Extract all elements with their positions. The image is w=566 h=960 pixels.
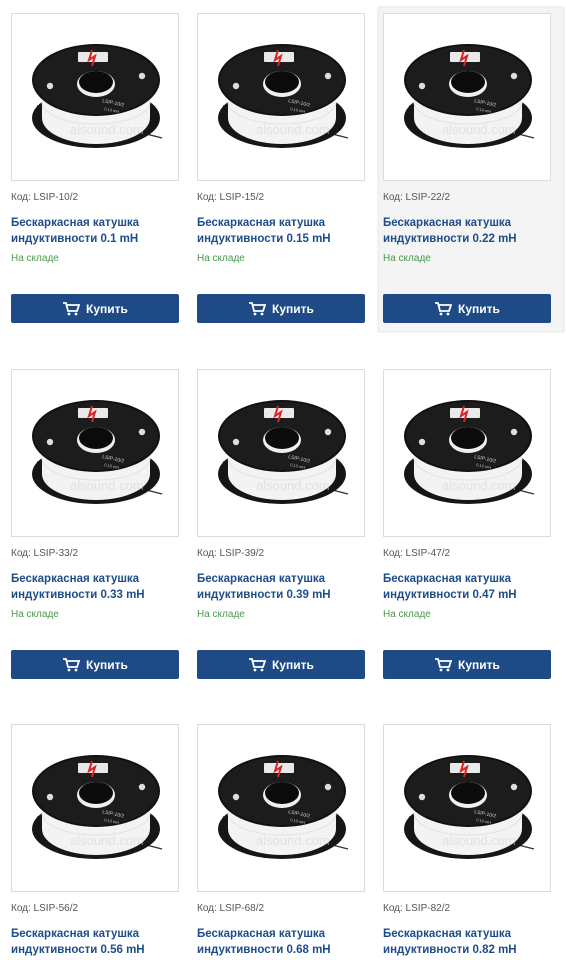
product-image[interactable]: LSIP-10/2 0.10 mH alsound.com — [11, 13, 179, 181]
product-card[interactable]: LSIP-10/2 0.10 mH alsound.com Код: LSIP-… — [383, 724, 551, 958]
cart-icon — [435, 301, 453, 315]
product-card[interactable]: LSIP-10/2 0.10 mH alsound.com Код: LSIP-… — [11, 369, 179, 679]
product-image[interactable]: LSIP-10/2 0.10 mH alsound.com — [11, 724, 179, 892]
product-title[interactable]: Бескаркасная катушка индуктивности 0.68 … — [197, 927, 365, 958]
product-card[interactable]: LSIP-10/2 0.10 mH alsound.com Код: LSIP-… — [197, 13, 365, 323]
buy-button-label: Купить — [272, 301, 314, 316]
stock-status: На складе — [11, 253, 59, 264]
buy-button[interactable]: Купить — [197, 294, 365, 323]
stock-status: На складе — [383, 253, 431, 264]
svg-text:alsound.com: alsound.com — [442, 833, 516, 848]
product-card[interactable]: LSIP-10/2 0.10 mH alsound.com Код: LSIP-… — [11, 13, 179, 323]
product-card[interactable]: LSIP-10/2 0.10 mH alsound.com Код: LSIP-… — [383, 369, 551, 679]
product-code: Код: LSIP-39/2 — [197, 548, 265, 559]
buy-button[interactable]: Купить — [11, 650, 179, 679]
product-title[interactable]: Бескаркасная катушка индуктивности 0.1 m… — [11, 216, 179, 247]
cart-icon — [249, 657, 267, 671]
stock-status: На складе — [383, 609, 431, 620]
svg-text:alsound.com: alsound.com — [256, 833, 330, 848]
stock-status: На складе — [11, 609, 59, 620]
buy-button-label: Купить — [458, 301, 500, 316]
stock-status: На складе — [197, 609, 245, 620]
product-image[interactable]: LSIP-10/2 0.10 mH alsound.com — [11, 369, 179, 537]
svg-text:alsound.com: alsound.com — [442, 122, 516, 137]
product-title[interactable]: Бескаркасная катушка индуктивности 0.47 … — [383, 572, 551, 603]
product-title[interactable]: Бескаркасная катушка индуктивности 0.56 … — [11, 927, 179, 958]
product-code: Код: LSIP-22/2 — [383, 192, 451, 203]
product-image[interactable]: LSIP-10/2 0.10 mH alsound.com — [383, 369, 551, 537]
svg-text:alsound.com: alsound.com — [256, 122, 330, 137]
product-code: Код: LSIP-10/2 — [11, 192, 79, 203]
product-title[interactable]: Бескаркасная катушка индуктивности 0.82 … — [383, 927, 551, 958]
product-code: Код: LSIP-68/2 — [197, 903, 265, 914]
cart-icon — [63, 657, 81, 671]
cart-icon — [249, 301, 267, 315]
svg-text:alsound.com: alsound.com — [442, 478, 516, 493]
product-title[interactable]: Бескаркасная катушка индуктивности 0.15 … — [197, 216, 365, 247]
svg-text:alsound.com: alsound.com — [70, 833, 144, 848]
product-image[interactable]: LSIP-10/2 0.10 mH alsound.com — [197, 369, 365, 537]
product-code: Код: LSIP-56/2 — [11, 903, 79, 914]
product-title[interactable]: Бескаркасная катушка индуктивности 0.22 … — [383, 216, 559, 247]
product-card-hovered[interactable]: LSIP-10/2 0.10 mH alsound.com Код: LSIP-… — [379, 8, 563, 331]
cart-icon — [435, 657, 453, 671]
buy-button[interactable]: Купить — [383, 650, 551, 679]
svg-text:alsound.com: alsound.com — [256, 478, 330, 493]
product-code: Код: LSIP-47/2 — [383, 548, 451, 559]
buy-button[interactable]: Купить — [383, 294, 551, 323]
product-title[interactable]: Бескаркасная катушка индуктивности 0.39 … — [197, 572, 365, 603]
buy-button-label: Купить — [86, 301, 128, 316]
product-card[interactable]: LSIP-10/2 0.10 mH alsound.com Код: LSIP-… — [197, 724, 365, 958]
product-image[interactable]: LSIP-10/2 0.10 mH alsound.com — [383, 13, 551, 181]
buy-button-label: Купить — [272, 657, 314, 672]
product-image[interactable]: LSIP-10/2 0.10 mH alsound.com — [197, 724, 365, 892]
product-code: Код: LSIP-15/2 — [197, 192, 265, 203]
buy-button[interactable]: Купить — [197, 650, 365, 679]
product-image[interactable]: LSIP-10/2 0.10 mH alsound.com — [197, 13, 365, 181]
product-code: Код: LSIP-33/2 — [11, 548, 79, 559]
buy-button[interactable]: Купить — [11, 294, 179, 323]
product-code: Код: LSIP-82/2 — [383, 903, 451, 914]
buy-button-label: Купить — [458, 657, 500, 672]
svg-text:alsound.com: alsound.com — [70, 478, 144, 493]
product-card[interactable]: LSIP-10/2 0.10 mH alsound.com Код: LSIP-… — [11, 724, 179, 958]
product-title[interactable]: Бескаркасная катушка индуктивности 0.33 … — [11, 572, 179, 603]
cart-icon — [63, 301, 81, 315]
product-card[interactable]: LSIP-10/2 0.10 mH alsound.com Код: LSIP-… — [197, 369, 365, 679]
svg-text:alsound.com: alsound.com — [70, 122, 144, 137]
stock-status: На складе — [197, 253, 245, 264]
buy-button-label: Купить — [86, 657, 128, 672]
product-image[interactable]: LSIP-10/2 0.10 mH alsound.com — [383, 724, 551, 892]
